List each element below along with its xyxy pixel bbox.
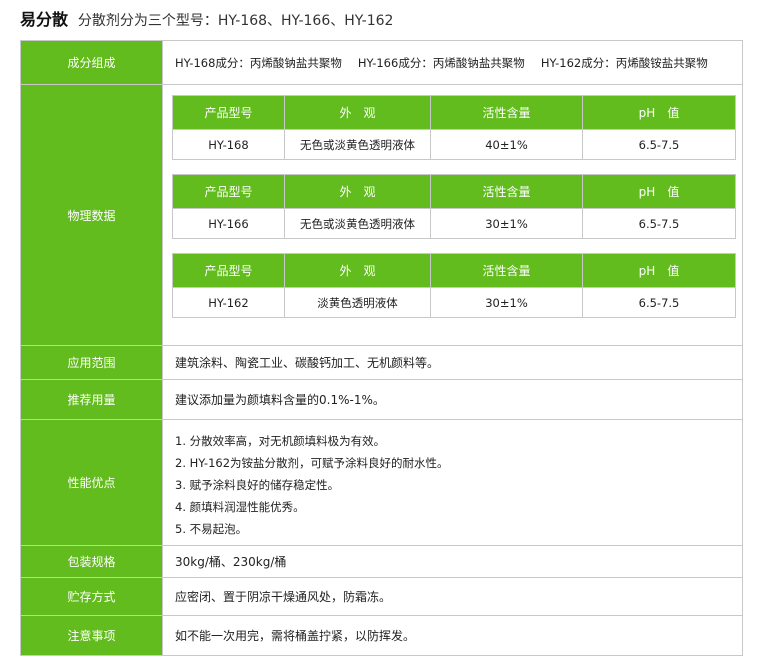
label-composition: 成分组成 xyxy=(21,41,163,84)
cell-ph: 6.5-7.5 xyxy=(582,129,736,160)
row-packaging: 包装规格 30kg/桶、230kg/桶 xyxy=(21,545,742,577)
label-dosage: 推荐用量 xyxy=(21,380,163,419)
cell-ph: 6.5-7.5 xyxy=(582,208,736,239)
column-header: pH 值 xyxy=(582,95,736,130)
column-header: 活性含量 xyxy=(430,253,583,288)
physical-table-hy168: 产品型号 外 观 活性含量 pH 值 HY-168 无色或淡黄色透明液体 40±… xyxy=(172,95,736,160)
cell-appearance: 无色或淡黄色透明液体 xyxy=(284,129,431,160)
row-application: 应用范围 建筑涂料、陶瓷工业、碳酸钙加工、无机颜料等。 xyxy=(21,345,742,379)
packaging-text: 30kg/桶、230kg/桶 xyxy=(163,546,742,577)
column-header: 外 观 xyxy=(284,174,431,209)
label-performance: 性能优点 xyxy=(21,420,163,545)
column-header: 活性含量 xyxy=(430,174,583,209)
list-item: 1. 分散效率高，对无机颜填料极为有效。 xyxy=(175,434,386,448)
table-row: HY-166 无色或淡黄色透明液体 30±1% 6.5-7.5 xyxy=(172,208,736,239)
column-header: 外 观 xyxy=(284,95,431,130)
composition-item: HY-162成分：丙烯酸铵盐共聚物 xyxy=(540,55,708,70)
notes-text: 如不能一次用完，需将桶盖拧紧，以防挥发。 xyxy=(163,616,742,655)
dosage-text: 建议添加量为颜填料含量的0.1%-1%。 xyxy=(163,380,742,419)
spec-table: 成分组成 HY-168成分：丙烯酸钠盐共聚物 HY-166成分：丙烯酸钠盐共聚物… xyxy=(20,40,743,656)
column-header: 产品型号 xyxy=(172,174,285,209)
row-composition: 成分组成 HY-168成分：丙烯酸钠盐共聚物 HY-166成分：丙烯酸钠盐共聚物… xyxy=(21,41,742,84)
label-physical: 物理数据 xyxy=(21,85,163,345)
label-packaging: 包装规格 xyxy=(21,546,163,577)
label-storage: 贮存方式 xyxy=(21,578,163,615)
physical-table-hy162: 产品型号 外 观 活性含量 pH 值 HY-162 淡黄色透明液体 30±1% … xyxy=(172,253,736,318)
cell-appearance: 无色或淡黄色透明液体 xyxy=(284,208,431,239)
row-performance: 性能优点 1. 分散效率高，对无机颜填料极为有效。 2. HY-162为铵盐分散… xyxy=(21,419,742,545)
label-application: 应用范围 xyxy=(21,346,163,379)
label-notes: 注意事项 xyxy=(21,616,163,655)
column-header: 产品型号 xyxy=(172,95,285,130)
list-item: 3. 赋予涂料良好的储存稳定性。 xyxy=(175,478,340,492)
composition-content: HY-168成分：丙烯酸钠盐共聚物 HY-166成分：丙烯酸钠盐共聚物 HY-1… xyxy=(163,41,742,84)
physical-table-hy166: 产品型号 外 观 活性含量 pH 值 HY-166 无色或淡黄色透明液体 30±… xyxy=(172,174,736,239)
composition-item: HY-166成分：丙烯酸钠盐共聚物 xyxy=(357,55,525,70)
header-subtitle: 分散剂分为三个型号：HY-168、HY-166、HY-162 xyxy=(77,13,394,29)
row-notes: 注意事项 如不能一次用完，需将桶盖拧紧，以防挥发。 xyxy=(21,615,742,655)
column-header: 活性含量 xyxy=(430,95,583,130)
cell-active-content: 30±1% xyxy=(430,287,583,318)
composition-item: HY-168成分：丙烯酸钠盐共聚物 xyxy=(175,55,342,70)
cell-ph: 6.5-7.5 xyxy=(582,287,736,318)
performance-list: 1. 分散效率高，对无机颜填料极为有效。 2. HY-162为铵盐分散剂，可赋予… xyxy=(163,420,742,545)
list-item: 2. HY-162为铵盐分散剂，可赋予涂料良好的耐水性。 xyxy=(175,456,449,470)
cell-model: HY-162 xyxy=(172,287,285,318)
cell-model: HY-168 xyxy=(172,129,285,160)
physical-content: 产品型号 外 观 活性含量 pH 值 HY-168 无色或淡黄色透明液体 40±… xyxy=(163,85,742,345)
storage-text: 应密闭、置于阴凉干燥通风处，防霜冻。 xyxy=(163,578,742,615)
page-header: 易分散 分散剂分为三个型号：HY-168、HY-166、HY-162 xyxy=(20,6,393,34)
cell-appearance: 淡黄色透明液体 xyxy=(284,287,431,318)
column-header: pH 值 xyxy=(582,253,736,288)
application-text: 建筑涂料、陶瓷工业、碳酸钙加工、无机颜料等。 xyxy=(163,346,742,379)
cell-model: HY-166 xyxy=(172,208,285,239)
brand-title: 易分散 xyxy=(20,10,69,29)
column-header: 产品型号 xyxy=(172,253,285,288)
row-physical: 物理数据 产品型号 外 观 活性含量 pH 值 HY-168 无色或淡黄色透明液… xyxy=(21,84,742,345)
table-row: HY-162 淡黄色透明液体 30±1% 6.5-7.5 xyxy=(172,287,736,318)
cell-active-content: 30±1% xyxy=(430,208,583,239)
list-item: 5. 不易起泡。 xyxy=(175,522,248,536)
table-row: HY-168 无色或淡黄色透明液体 40±1% 6.5-7.5 xyxy=(172,129,736,160)
cell-active-content: 40±1% xyxy=(430,129,583,160)
row-storage: 贮存方式 应密闭、置于阴凉干燥通风处，防霜冻。 xyxy=(21,577,742,615)
row-dosage: 推荐用量 建议添加量为颜填料含量的0.1%-1%。 xyxy=(21,379,742,419)
column-header: 外 观 xyxy=(284,253,431,288)
column-header: pH 值 xyxy=(582,174,736,209)
list-item: 4. 颜填料润湿性能优秀。 xyxy=(175,500,305,514)
